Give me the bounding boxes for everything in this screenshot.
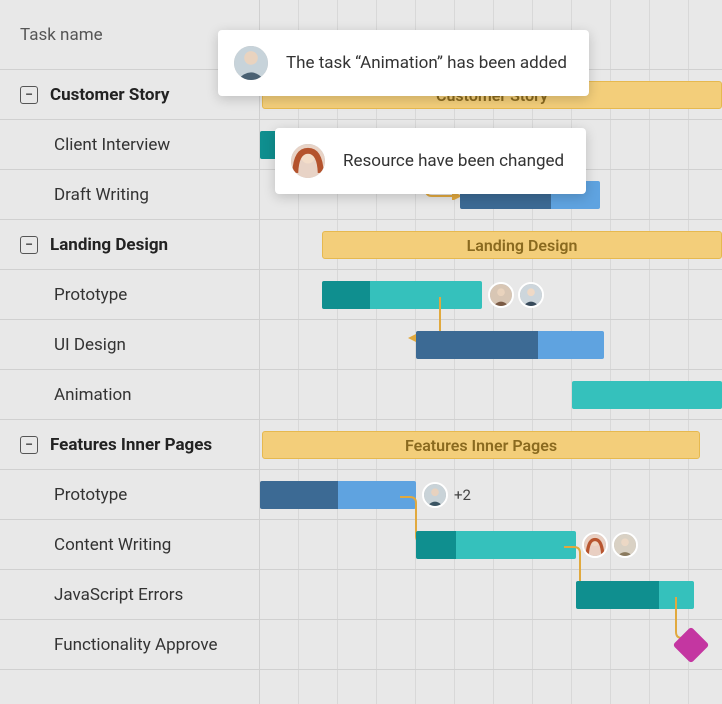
- avatar-icon[interactable]: [488, 282, 514, 308]
- task-label: Prototype: [54, 285, 127, 305]
- task-group-label: Features Inner Pages: [50, 435, 212, 455]
- task-group-features-inner-pages[interactable]: − Features Inner Pages: [0, 420, 259, 470]
- task-bar-content-writing[interactable]: [416, 531, 576, 559]
- assignee-avatars[interactable]: +2: [422, 482, 471, 508]
- task-bar-animation[interactable]: [572, 381, 722, 409]
- collapse-icon[interactable]: −: [20, 436, 38, 454]
- task-group-label: Customer Story: [50, 85, 169, 105]
- group-bar-landing-design[interactable]: Landing Design: [322, 231, 722, 259]
- task-group-label: Landing Design: [50, 235, 168, 255]
- task-label: UI Design: [54, 335, 126, 355]
- task-label: Content Writing: [54, 535, 171, 555]
- task-label: Animation: [54, 385, 132, 405]
- notification-toast[interactable]: The task “Animation” has been added: [218, 30, 589, 96]
- task-label: JavaScript Errors: [54, 585, 183, 605]
- column-header-task-name: Task name: [20, 25, 103, 45]
- task-row-draft-writing[interactable]: Draft Writing: [0, 170, 259, 220]
- avatar-icon[interactable]: [518, 282, 544, 308]
- task-row-ui-design[interactable]: UI Design: [0, 320, 259, 370]
- avatar-icon[interactable]: [422, 482, 448, 508]
- notification-message: The task “Animation” has been added: [286, 53, 567, 73]
- task-bar-ui-design[interactable]: [416, 331, 604, 359]
- task-group-landing-design[interactable]: − Landing Design: [0, 220, 259, 270]
- collapse-icon[interactable]: −: [20, 236, 38, 254]
- task-bar-javascript-errors[interactable]: [576, 581, 694, 609]
- task-row-prototype-2[interactable]: Prototype: [0, 470, 259, 520]
- avatar-icon: [232, 44, 270, 82]
- task-row-javascript-errors[interactable]: JavaScript Errors: [0, 570, 259, 620]
- collapse-icon[interactable]: −: [20, 86, 38, 104]
- gantt-timeline[interactable]: Customer Story Landing Design: [260, 0, 722, 704]
- assignee-avatars[interactable]: [488, 282, 544, 308]
- assignee-avatars[interactable]: [582, 532, 638, 558]
- task-list-panel: Task name − Customer Story Client Interv…: [0, 0, 260, 704]
- task-row-functionality-approve[interactable]: Functionality Approve: [0, 620, 259, 670]
- group-bar-label: Landing Design: [467, 236, 578, 255]
- task-row-client-interview[interactable]: Client Interview: [0, 120, 259, 170]
- task-bar-features-prototype[interactable]: [260, 481, 416, 509]
- task-label: Functionality Approve: [54, 635, 217, 655]
- task-row-prototype[interactable]: Prototype: [0, 270, 259, 320]
- group-bar-features-inner-pages[interactable]: Features Inner Pages: [262, 431, 700, 459]
- gantt-app: Task name − Customer Story Client Interv…: [0, 0, 722, 704]
- task-label: Prototype: [54, 485, 127, 505]
- notification-toast[interactable]: Resource have been changed: [275, 128, 586, 194]
- task-label: Client Interview: [54, 135, 170, 155]
- avatar-icon[interactable]: [612, 532, 638, 558]
- task-label: Draft Writing: [54, 185, 149, 205]
- avatar-icon[interactable]: [582, 532, 608, 558]
- task-bar-landing-prototype[interactable]: [322, 281, 482, 309]
- avatar-icon: [289, 142, 327, 180]
- task-row-animation[interactable]: Animation: [0, 370, 259, 420]
- group-bar-label: Features Inner Pages: [405, 436, 557, 455]
- task-row-content-writing[interactable]: Content Writing: [0, 520, 259, 570]
- notification-message: Resource have been changed: [343, 151, 564, 171]
- assignee-extra-count: +2: [454, 486, 471, 504]
